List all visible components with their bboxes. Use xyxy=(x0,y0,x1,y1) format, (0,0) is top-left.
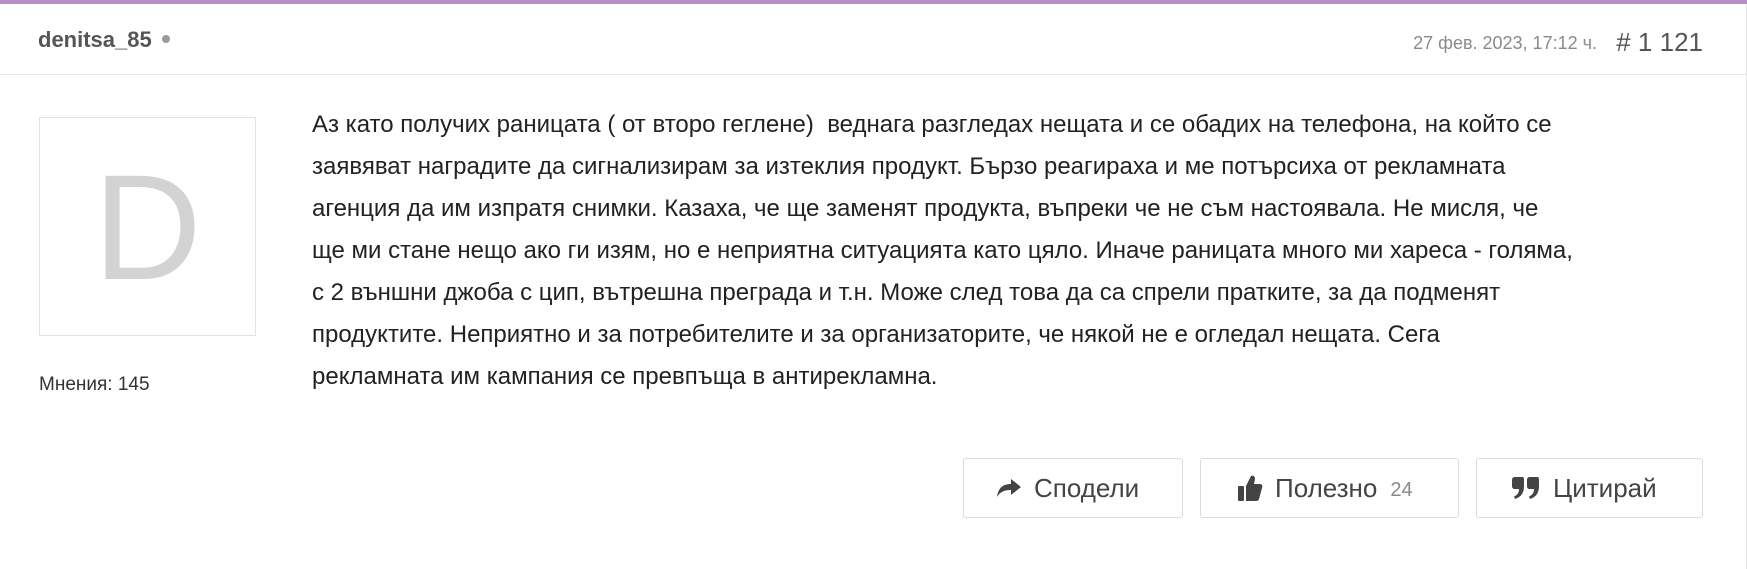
useful-button[interactable]: Полезно 24 xyxy=(1200,458,1459,518)
quote-icon xyxy=(1511,476,1541,500)
post-actions: Сподели Полезно 24 Цитирай xyxy=(963,458,1703,518)
avatar[interactable]: D xyxy=(39,117,256,336)
username-link[interactable]: denitsa_85 xyxy=(38,24,170,56)
useful-label: Полезно xyxy=(1275,472,1378,503)
quote-label: Цитирай xyxy=(1553,472,1657,503)
share-button[interactable]: Сподели xyxy=(963,458,1183,518)
avatar-letter: D xyxy=(93,142,202,311)
useful-count: 24 xyxy=(1390,478,1413,501)
post-header: denitsa_85 27 фев. 2023, 17:12 ч. # 1 12… xyxy=(0,4,1747,75)
share-label: Сподели xyxy=(1034,472,1140,503)
post-number-link[interactable]: # 1 121 xyxy=(1616,25,1703,59)
user-opinions-count: Мнения: 145 xyxy=(39,374,150,395)
post-body-text: Аз като получих раницата ( от второ гегл… xyxy=(312,111,1573,390)
share-arrow-icon xyxy=(996,477,1022,499)
thumbs-up-icon xyxy=(1237,474,1263,502)
username-text: denitsa_85 xyxy=(38,27,152,52)
quote-button[interactable]: Цитирай xyxy=(1476,458,1703,518)
post-date: 27 фев. 2023, 17:12 ч. xyxy=(1413,33,1597,53)
status-dot-icon xyxy=(161,35,170,44)
